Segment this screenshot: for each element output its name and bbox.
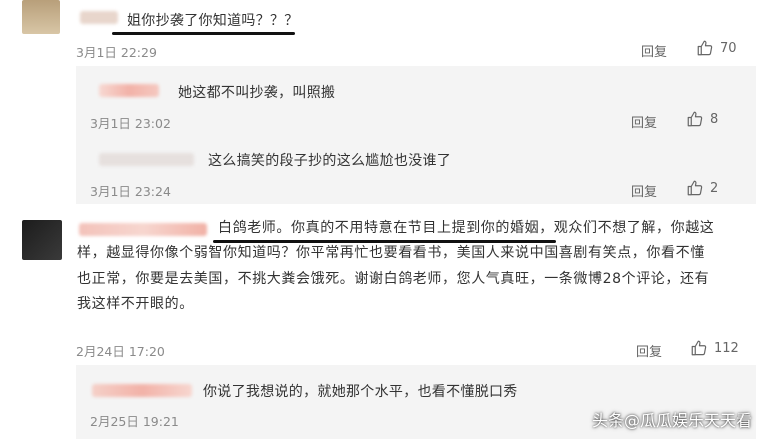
comment-line: 白鸽老师。你真的不用特意在节目上提到你的婚姻，观众们不想了解，你越这 — [218, 220, 715, 236]
reply-text: 你说了我想说的，就她那个水平，也看不懂脱口秀 — [203, 384, 518, 400]
watermark: 头条@瓜瓜娱乐天天看 — [591, 411, 752, 430]
comment-text-continued: 样，越显得你像个弱智你知道吗？你平常再忙也要看看书，美国人来说中国喜剧有笑点，你… — [77, 241, 709, 318]
thumbs-up-icon — [697, 40, 713, 56]
username-blurred[interactable] — [99, 153, 194, 166]
highlight-underline — [112, 32, 295, 35]
reply-date: 3月1日 23:02 — [90, 116, 171, 131]
reply-text: 她这都不叫抄袭，叫照搬 — [178, 85, 336, 101]
thumbs-up-icon — [691, 340, 707, 356]
like-button[interactable]: 8 — [686, 110, 718, 128]
reply-button[interactable]: 回复 — [641, 41, 667, 60]
comment-text: 白鸽老师。你真的不用特意在节目上提到你的婚姻，观众们不想了解，你越这 — [218, 216, 714, 242]
thumbs-up-icon — [687, 180, 703, 196]
username-blurred[interactable] — [79, 223, 207, 236]
like-button[interactable]: 70 — [696, 39, 737, 57]
username-blurred[interactable] — [99, 84, 159, 97]
reply-text: 这么搞笑的段子抄的这么尴尬也没谁了 — [208, 153, 452, 169]
reply-date: 2月25日 19:21 — [90, 414, 179, 429]
like-count: 2 — [710, 180, 719, 196]
like-button[interactable]: 2 — [686, 179, 718, 197]
comment-line: 我这样不开眼的。 — [77, 296, 194, 312]
avatar[interactable] — [22, 220, 62, 260]
username-blurred[interactable] — [80, 11, 118, 24]
username-blurred[interactable] — [92, 384, 192, 397]
highlight-underline — [213, 240, 556, 243]
thumbs-up-icon — [687, 111, 703, 127]
avatar[interactable] — [22, 0, 60, 34]
comment-line: 也正常，你要是去美国，不挑大粪会饿死。谢谢白鸽老师，您人气真旺，一条微博28个评… — [77, 270, 710, 287]
like-button[interactable]: 112 — [690, 339, 739, 357]
like-count: 70 — [720, 40, 737, 56]
comment-line: 样，越显得你像个弱智你知道吗？你平常再忙也要看看书，美国人来说中国喜剧有笑点，你… — [77, 245, 705, 261]
reply-date: 3月1日 23:24 — [90, 184, 171, 199]
comment-date: 3月1日 22:29 — [76, 45, 157, 60]
like-count: 112 — [714, 340, 739, 356]
like-count: 8 — [710, 111, 719, 127]
comment-text: 姐你抄袭了你知道吗？？？ — [127, 13, 299, 29]
comment-date: 2月24日 17:20 — [76, 344, 165, 359]
reply-button[interactable]: 回复 — [631, 112, 657, 131]
reply-button[interactable]: 回复 — [636, 341, 662, 360]
reply-button[interactable]: 回复 — [631, 181, 657, 200]
